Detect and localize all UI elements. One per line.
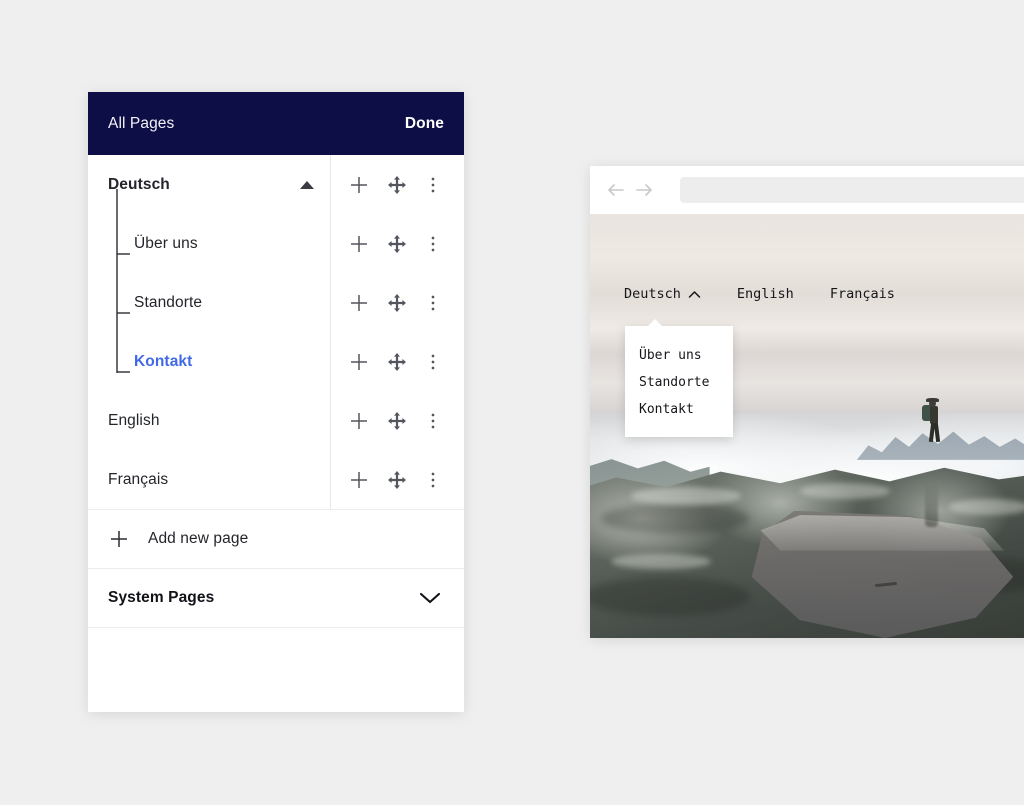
nav-label: English <box>736 286 794 302</box>
hiker-reflection <box>919 481 945 528</box>
row-actions <box>330 450 464 509</box>
move-icon[interactable] <box>387 352 407 372</box>
site-viewport: Deutsch English Français Über uns Stando… <box>590 214 1024 638</box>
page-row: English <box>88 391 464 450</box>
nav-item-english[interactable]: English <box>737 286 794 302</box>
page-label: Kontakt <box>134 352 193 370</box>
all-pages-panel: All Pages Done Deutsch Über uns Standort… <box>88 92 464 712</box>
row-actions <box>330 332 464 391</box>
plus-icon <box>111 531 127 547</box>
hiker-figure <box>919 398 945 448</box>
move-icon[interactable] <box>387 411 407 431</box>
plus-icon[interactable] <box>348 174 370 196</box>
move-icon[interactable] <box>387 470 407 490</box>
page-label: Standorte <box>134 293 203 311</box>
nav-dropdown-menu: Über uns Standorte Kontakt <box>625 319 733 437</box>
arrow-left-icon[interactable] <box>606 181 626 199</box>
page-item-kontakt[interactable]: Kontakt <box>88 332 330 391</box>
add-new-page-button[interactable]: Add new page <box>88 509 464 569</box>
dropdown-item-standorte[interactable]: Standorte <box>625 369 733 396</box>
page-item-english[interactable]: English <box>88 391 330 450</box>
browser-toolbar <box>590 166 1024 214</box>
page-row: Deutsch <box>88 155 464 214</box>
arrow-right-icon[interactable] <box>634 181 654 199</box>
more-vertical-icon[interactable] <box>424 175 442 195</box>
system-pages-label: System Pages <box>108 589 215 606</box>
more-vertical-icon[interactable] <box>424 411 442 431</box>
more-vertical-icon[interactable] <box>424 470 442 490</box>
page-label: English <box>108 411 160 429</box>
nav-label: Français <box>829 286 895 302</box>
move-icon[interactable] <box>387 234 407 254</box>
page-row: Kontakt <box>88 332 464 391</box>
chevron-down-icon[interactable] <box>418 590 442 606</box>
page-item-francais[interactable]: Français <box>88 450 330 509</box>
dropdown-pointer <box>647 319 663 327</box>
page-item-deutsch[interactable]: Deutsch <box>88 155 330 214</box>
more-vertical-icon[interactable] <box>424 234 442 254</box>
page-row: Français <box>88 450 464 509</box>
collapse-toggle-icon[interactable] <box>300 180 314 189</box>
site-preview-panel: Deutsch English Français Über uns Stando… <box>590 166 1024 638</box>
dropdown-item-uber-uns[interactable]: Über uns <box>625 342 733 369</box>
panel-header: All Pages Done <box>88 92 464 155</box>
nav-item-francais[interactable]: Français <box>830 286 895 302</box>
page-list: Deutsch Über uns Standorte Kontakt Engli… <box>88 155 464 509</box>
page-item-uber-uns[interactable]: Über uns <box>88 214 330 273</box>
more-vertical-icon[interactable] <box>424 352 442 372</box>
plus-icon[interactable] <box>348 233 370 255</box>
nav-label: Deutsch <box>624 286 681 302</box>
site-navigation: Deutsch English Français <box>624 286 895 302</box>
move-icon[interactable] <box>387 293 407 313</box>
plus-icon[interactable] <box>348 410 370 432</box>
page-item-standorte[interactable]: Standorte <box>88 273 330 332</box>
page-title: All Pages <box>108 114 175 132</box>
move-icon[interactable] <box>387 175 407 195</box>
row-actions <box>330 155 464 214</box>
more-vertical-icon[interactable] <box>424 293 442 313</box>
chevron-up-icon[interactable] <box>688 290 701 299</box>
system-pages-section[interactable]: System Pages <box>88 569 464 628</box>
row-actions <box>330 391 464 450</box>
page-row: Standorte <box>88 273 464 332</box>
add-new-page-label: Add new page <box>148 530 249 547</box>
plus-icon[interactable] <box>348 469 370 491</box>
dropdown-item-kontakt[interactable]: Kontakt <box>625 396 733 423</box>
plus-icon[interactable] <box>348 292 370 314</box>
page-label: Français <box>108 470 169 488</box>
url-input[interactable] <box>680 177 1024 203</box>
plus-icon[interactable] <box>348 351 370 373</box>
page-row: Über uns <box>88 214 464 273</box>
row-actions <box>330 214 464 273</box>
page-label: Über uns <box>134 234 198 252</box>
row-actions <box>330 273 464 332</box>
done-button[interactable]: Done <box>405 115 444 133</box>
page-label: Deutsch <box>108 175 170 193</box>
nav-item-deutsch[interactable]: Deutsch <box>624 286 701 302</box>
